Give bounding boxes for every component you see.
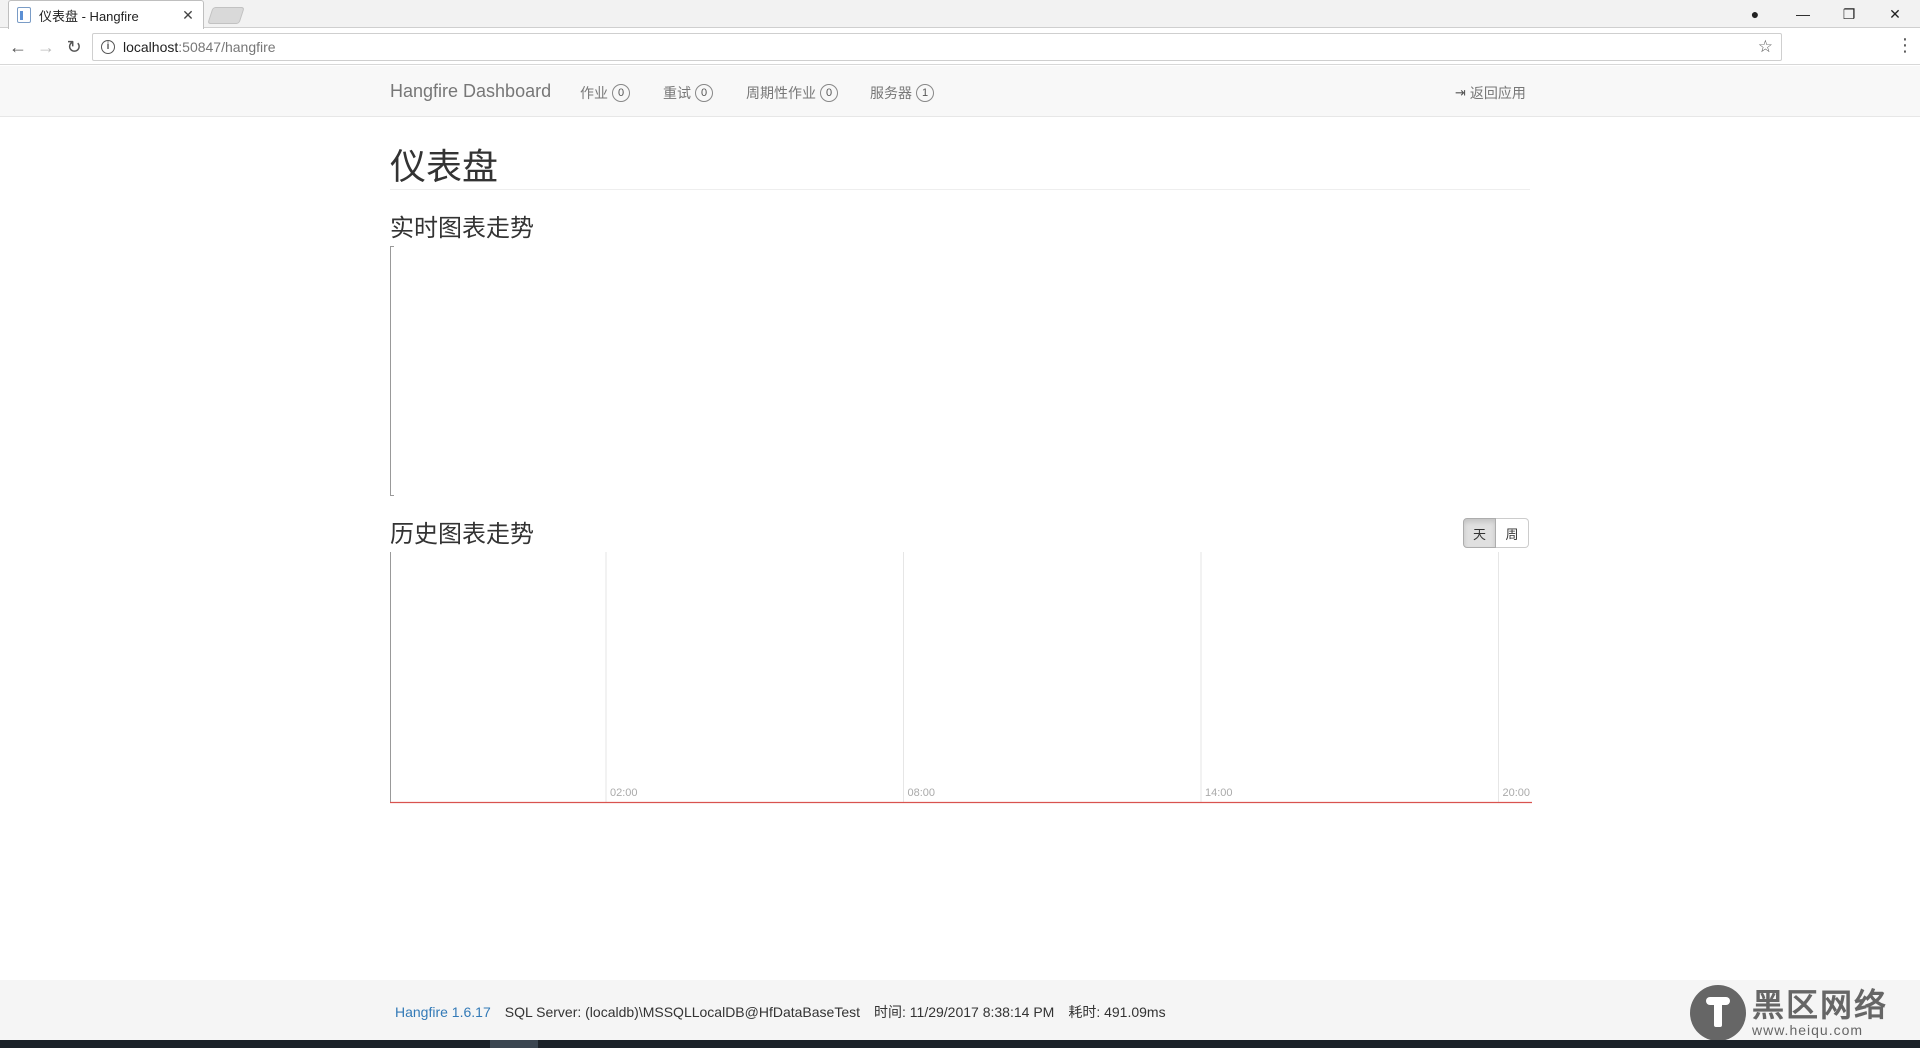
browser-tab[interactable]: 仪表盘 - Hangfire ✕: [8, 0, 204, 29]
version-link[interactable]: Hangfire 1.6.17: [395, 1004, 491, 1020]
elapsed-time: 耗时: 491.09ms: [1068, 1004, 1166, 1020]
url-path: :50847/hangfire: [178, 39, 276, 55]
count-badge: 0: [820, 84, 838, 102]
address-bar[interactable]: i localhost:50847/hangfire ☆: [92, 33, 1782, 61]
minimize-button[interactable]: —: [1780, 0, 1826, 28]
nav-item-servers[interactable]: 服务器 1: [870, 83, 934, 103]
forward-arrow-icon[interactable]: →: [34, 35, 58, 59]
nav-item-retries[interactable]: 重试 0: [663, 83, 713, 103]
watermark-text: 黑区网络: [1752, 987, 1889, 1023]
back-arrow-icon[interactable]: ←: [6, 35, 30, 59]
x-tick-label: 20:00: [1503, 787, 1531, 799]
exit-icon: ⇥: [1455, 85, 1466, 100]
back-to-app-label: 返回应用: [1469, 85, 1526, 101]
os-taskbar: [0, 1040, 1920, 1048]
taskbar-active-app[interactable]: [490, 1040, 538, 1048]
reload-icon[interactable]: ↻: [62, 35, 86, 59]
nav-item-label: 作业: [580, 85, 608, 101]
x-tick-label: 14:00: [1205, 787, 1233, 799]
bookmark-star-icon[interactable]: ☆: [1758, 37, 1773, 57]
storage-info: SQL Server: (localdb)\MSSQLLocalDB@HfDat…: [504, 1004, 861, 1020]
account-icon[interactable]: ●: [1732, 0, 1778, 28]
count-badge: 0: [695, 84, 713, 102]
browser-tab-strip: 仪表盘 - Hangfire ✕ ● — ❐ ✕: [0, 0, 1920, 29]
back-to-app-link[interactable]: ⇥ 返回应用: [1455, 83, 1526, 103]
count-badge: 0: [612, 84, 630, 102]
browser-toolbar: ← → ↻ i localhost:50847/hangfire ☆ ⋮: [0, 29, 1920, 65]
watermark: 黑区网络 www.heiqu.com: [1690, 985, 1888, 1041]
page-favicon-icon: [17, 7, 31, 23]
nav-item-jobs[interactable]: 作业 0: [580, 83, 630, 103]
nav-item-label: 重试: [663, 85, 691, 101]
new-tab-button[interactable]: [207, 7, 245, 24]
restore-button[interactable]: ❐: [1826, 0, 1872, 28]
page-title: 仪表盘: [390, 146, 499, 187]
watermark-logo-icon: [1690, 985, 1746, 1041]
footer-info: Hangfire 1.6.17 SQL Server: (localdb)\MSS…: [395, 1002, 1166, 1022]
nav-item-recurring-jobs[interactable]: 周期性作业 0: [746, 83, 838, 103]
generated-time: 时间: 11/29/2017 8:38:14 PM: [874, 1004, 1055, 1020]
tab-title: 仪表盘 - Hangfire: [39, 8, 139, 24]
realtime-chart: [390, 246, 1530, 496]
window-close-button[interactable]: ✕: [1872, 0, 1918, 28]
brand-link[interactable]: Hangfire Dashboard: [390, 81, 551, 102]
realtime-chart-axis: [390, 246, 394, 496]
count-badge: 1: [916, 84, 934, 102]
x-tick-label: 02:00: [610, 787, 638, 799]
nav-item-label: 服务器: [870, 85, 912, 101]
dashboard-navbar: Hangfire Dashboard 作业 0 重试 0 周期性作业 0 服务器…: [0, 66, 1920, 117]
history-chart: 02:00 08:00 14:00 20:00: [390, 552, 1532, 804]
toggle-day-button[interactable]: 天: [1463, 518, 1496, 548]
history-chart-title: 历史图表走势: [390, 521, 534, 548]
nav-item-label: 周期性作业: [746, 85, 816, 101]
close-tab-icon[interactable]: ✕: [181, 7, 195, 24]
toggle-week-button[interactable]: 周: [1496, 518, 1529, 548]
history-chart-svg: 02:00 08:00 14:00 20:00: [390, 552, 1532, 804]
footer: Hangfire 1.6.17 SQL Server: (localdb)\MSS…: [0, 980, 1920, 1040]
watermark-url: www.heiqu.com: [1752, 1022, 1864, 1038]
realtime-chart-title: 实时图表走势: [390, 215, 534, 242]
x-tick-label: 08:00: [908, 787, 936, 799]
info-icon[interactable]: i: [101, 40, 115, 54]
url-host: localhost: [123, 39, 179, 55]
divider: [390, 189, 1530, 190]
browser-menu-icon[interactable]: ⋮: [1896, 35, 1914, 56]
period-toggle-group: 天 周: [1463, 518, 1529, 548]
